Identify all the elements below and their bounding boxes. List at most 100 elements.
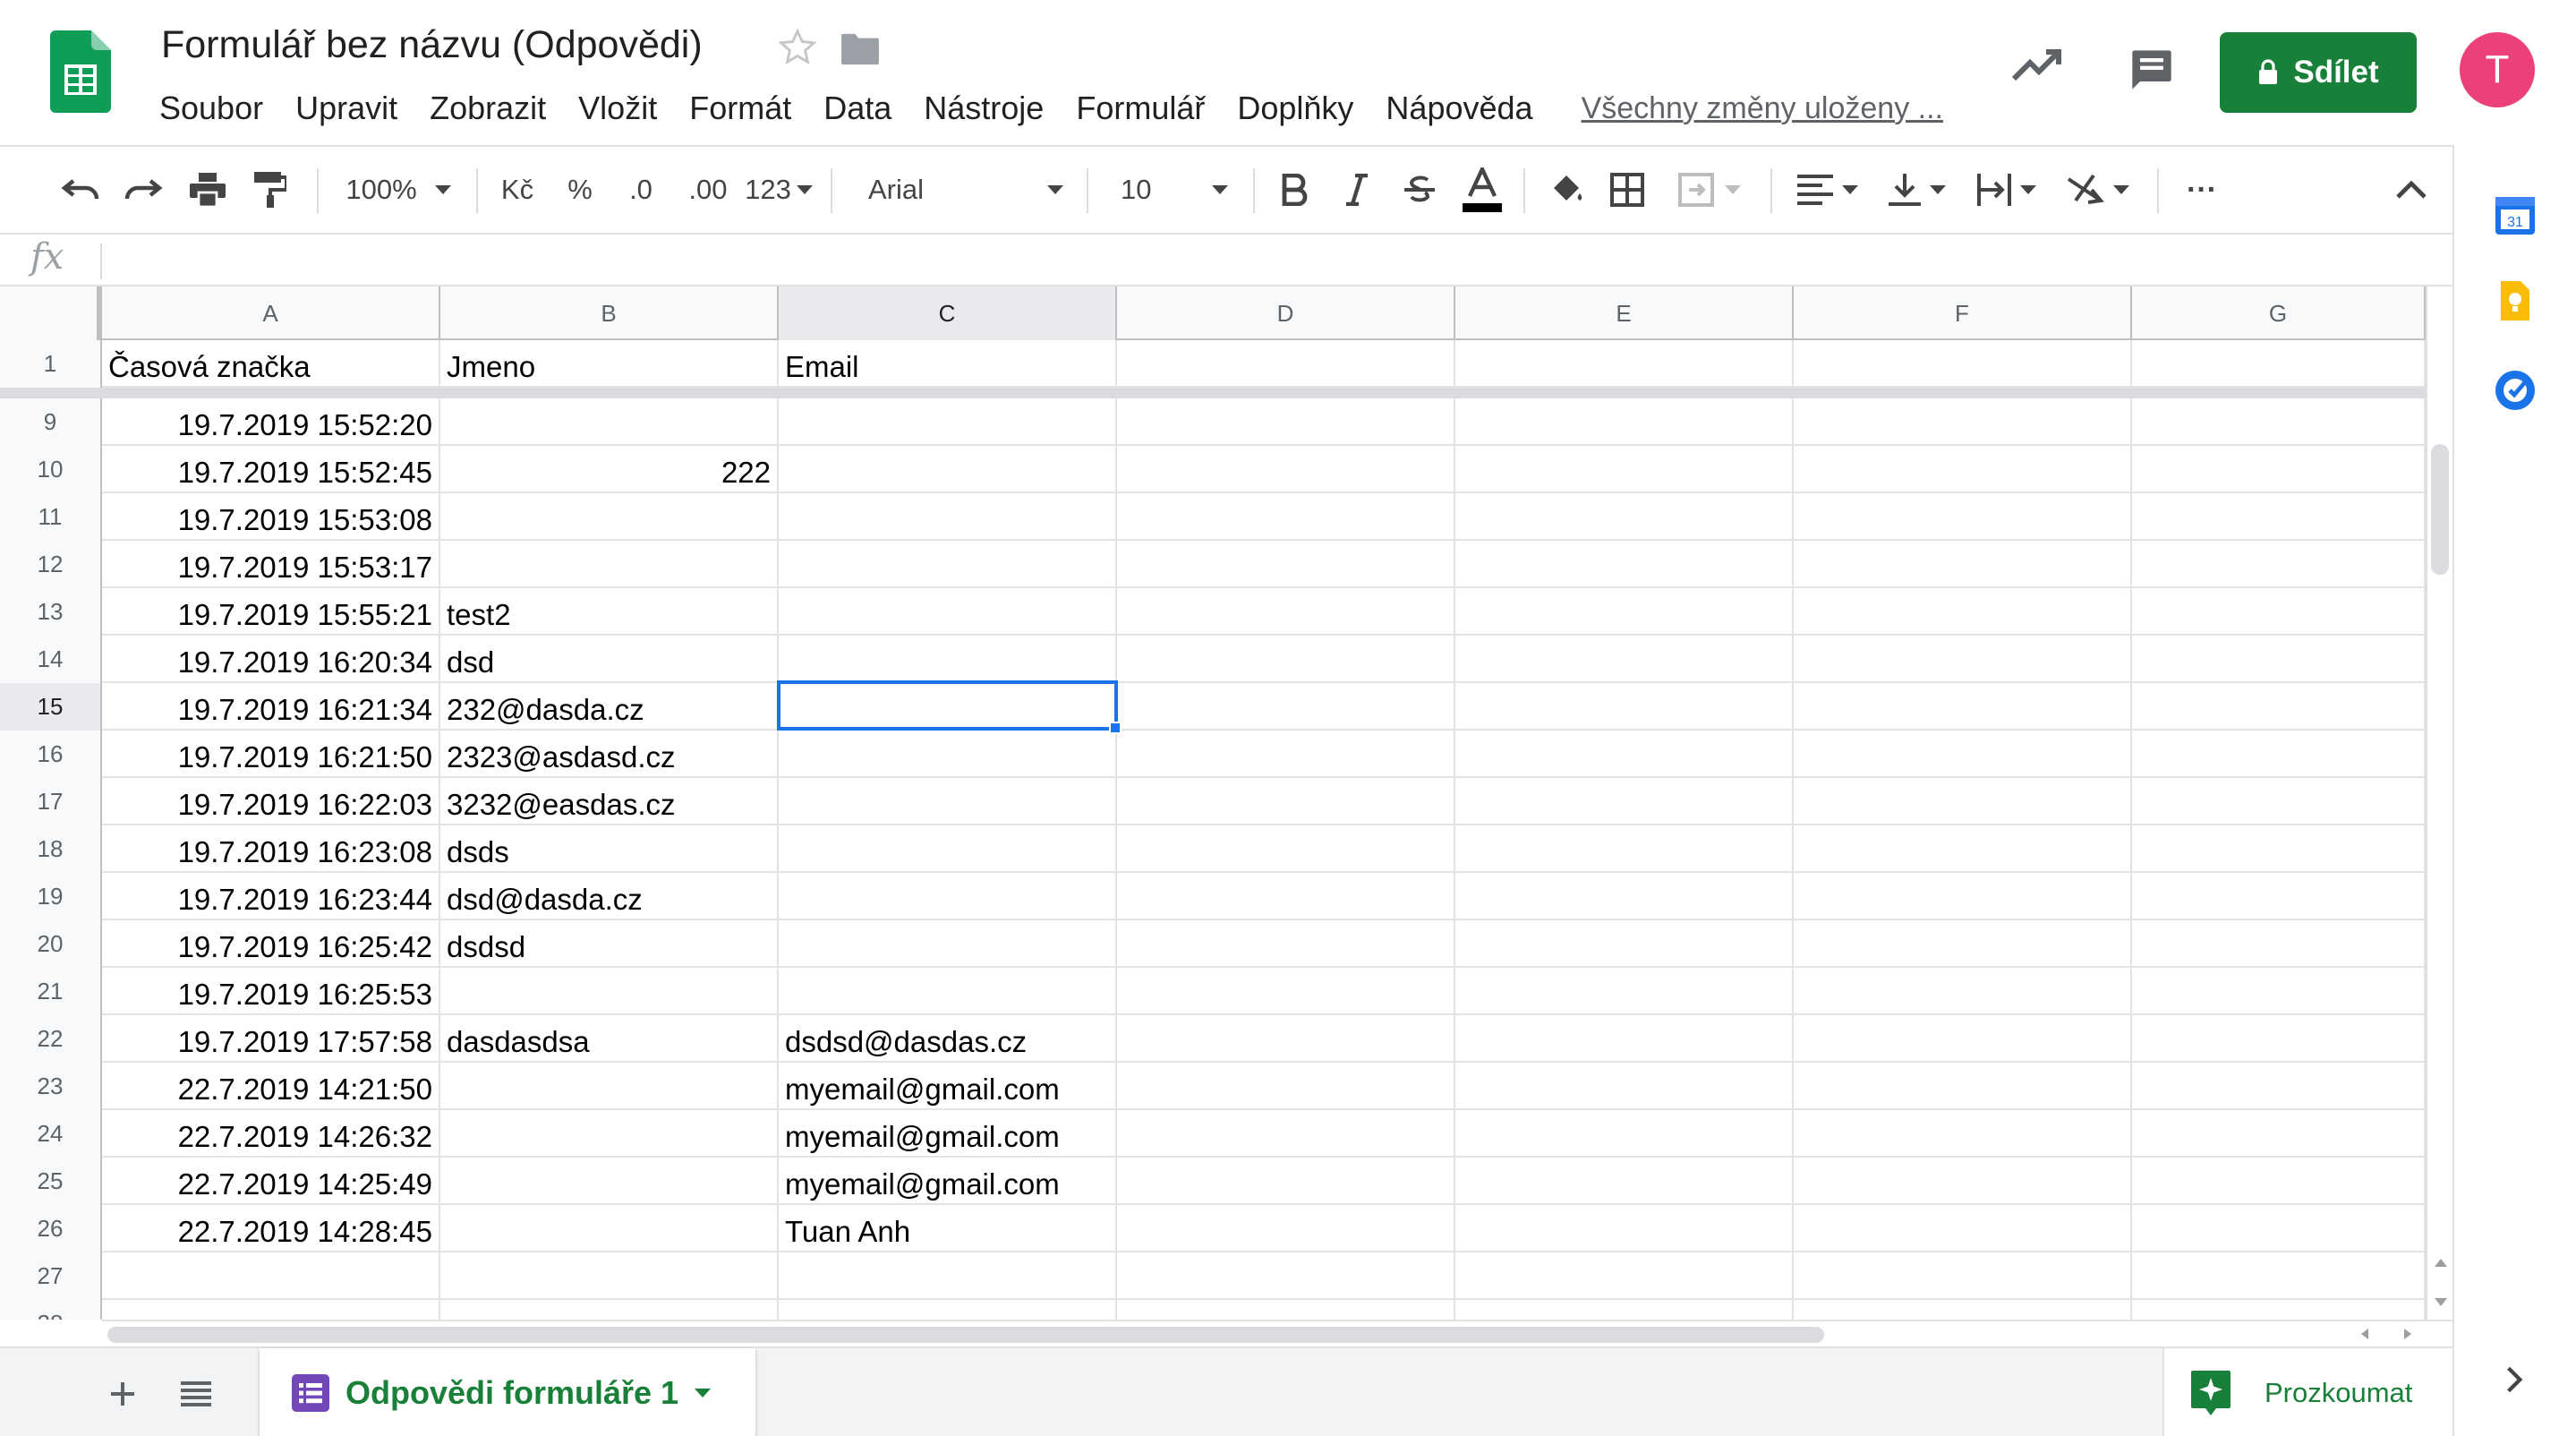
row-header[interactable]: 1 <box>0 340 102 388</box>
column-header-g[interactable]: G <box>2132 286 2426 340</box>
cell-d[interactable] <box>1117 683 1455 731</box>
menu-insert[interactable]: Vložit <box>562 90 673 127</box>
cell-d[interactable] <box>1117 1300 1455 1320</box>
merge-cells-icon[interactable] <box>1667 147 1753 233</box>
cell-e[interactable] <box>1455 683 1794 731</box>
cell-d[interactable] <box>1117 493 1455 541</box>
cell-c[interactable] <box>779 968 1117 1015</box>
cell-c[interactable] <box>779 778 1117 825</box>
cell-d[interactable] <box>1117 1205 1455 1252</box>
cell-e[interactable] <box>1455 873 1794 920</box>
menu-format[interactable]: Formát <box>673 90 807 127</box>
cell-c[interactable] <box>779 588 1117 636</box>
cell-b[interactable]: 222 <box>440 446 779 493</box>
cell-c[interactable] <box>779 1252 1117 1300</box>
font-size-select[interactable]: 10 <box>1103 147 1237 233</box>
cell-f[interactable] <box>1794 1300 2132 1320</box>
cell-g[interactable] <box>2132 825 2426 873</box>
cell-b[interactable] <box>440 1063 779 1110</box>
cell-a[interactable]: 19.7.2019 15:53:17 <box>102 541 440 588</box>
row-header[interactable]: 12 <box>0 541 102 588</box>
cell-g[interactable] <box>2132 968 2426 1015</box>
cell-c[interactable] <box>779 731 1117 778</box>
cell-b[interactable]: test2 <box>440 588 779 636</box>
tasks-icon[interactable] <box>2494 369 2537 412</box>
cell-e[interactable] <box>1455 778 1794 825</box>
cell-b[interactable]: Jmeno <box>440 340 779 388</box>
vertical-scroll-thumb[interactable] <box>2431 444 2449 575</box>
cell-g[interactable] <box>2132 541 2426 588</box>
keep-icon[interactable] <box>2494 279 2537 322</box>
cell-a[interactable] <box>102 1300 440 1320</box>
cell-a[interactable]: 19.7.2019 16:22:03 <box>102 778 440 825</box>
freeze-divider[interactable] <box>0 388 2426 398</box>
cell-b[interactable] <box>440 1158 779 1205</box>
cell-b[interactable]: dsd <box>440 636 779 683</box>
more-options-button[interactable]: ··· <box>2173 147 2231 233</box>
cell-e[interactable] <box>1455 1252 1794 1300</box>
cell-d[interactable] <box>1117 588 1455 636</box>
cell-f[interactable] <box>1794 493 2132 541</box>
share-button[interactable]: Sdílet <box>2220 32 2417 113</box>
increase-decimals-button[interactable]: .00 <box>677 147 739 233</box>
cell-d[interactable] <box>1117 1158 1455 1205</box>
row-header[interactable]: 14 <box>0 636 102 683</box>
formula-input[interactable] <box>116 235 2444 285</box>
cell-c[interactable] <box>779 920 1117 968</box>
cell-c[interactable] <box>779 398 1117 446</box>
horizontal-scrollbar[interactable] <box>102 1320 2452 1346</box>
scroll-up-icon[interactable] <box>2435 1259 2447 1267</box>
cell-e[interactable] <box>1455 493 1794 541</box>
cell-a[interactable]: 19.7.2019 16:23:08 <box>102 825 440 873</box>
cell-f[interactable] <box>1794 873 2132 920</box>
row-header[interactable]: 15 <box>0 683 102 731</box>
cell-c[interactable]: Tuan Anh <box>779 1205 1117 1252</box>
fill-color-icon[interactable] <box>1541 147 1591 233</box>
more-formats-select[interactable]: 123 <box>741 147 816 233</box>
cell-a[interactable]: 19.7.2019 16:21:34 <box>102 683 440 731</box>
cell-b[interactable]: dasdasdsa <box>440 1015 779 1063</box>
cell-b[interactable]: dsds <box>440 825 779 873</box>
all-sheets-button[interactable] <box>174 1372 218 1416</box>
add-sheet-button[interactable] <box>100 1372 145 1416</box>
cell-c[interactable]: myemail@gmail.com <box>779 1063 1117 1110</box>
row-header[interactable]: 10 <box>0 446 102 493</box>
cell-b[interactable]: dsd@dasda.cz <box>440 873 779 920</box>
cell-a[interactable]: Časová značka <box>102 340 440 388</box>
cell-e[interactable] <box>1455 731 1794 778</box>
cell-d[interactable] <box>1117 873 1455 920</box>
trending-up-icon[interactable] <box>2012 47 2062 82</box>
cell-b[interactable] <box>440 1110 779 1158</box>
cell-f[interactable] <box>1794 541 2132 588</box>
cell-a[interactable]: 19.7.2019 16:20:34 <box>102 636 440 683</box>
row-header[interactable]: 18 <box>0 825 102 873</box>
cell-f[interactable] <box>1794 731 2132 778</box>
horizontal-scroll-thumb[interactable] <box>107 1327 1824 1343</box>
user-avatar[interactable]: T <box>2460 32 2535 107</box>
cell-e[interactable] <box>1455 588 1794 636</box>
cell-e[interactable] <box>1455 1300 1794 1320</box>
cell-g[interactable] <box>2132 1158 2426 1205</box>
cell-f[interactable] <box>1794 398 2132 446</box>
cell-a[interactable]: 19.7.2019 15:52:45 <box>102 446 440 493</box>
horizontal-align-icon[interactable] <box>1787 147 1869 233</box>
sheets-logo-icon[interactable] <box>50 30 111 113</box>
cell-f[interactable] <box>1794 446 2132 493</box>
cell-b[interactable] <box>440 1205 779 1252</box>
comments-icon[interactable] <box>2128 47 2175 93</box>
document-title[interactable]: Formulář bez názvu (Odpovědi) <box>161 23 703 67</box>
collapse-toolbar-icon[interactable] <box>2386 147 2436 233</box>
cell-g[interactable] <box>2132 340 2426 388</box>
cell-b[interactable] <box>440 493 779 541</box>
cell-e[interactable] <box>1455 968 1794 1015</box>
cell-f[interactable] <box>1794 1205 2132 1252</box>
row-header[interactable]: 24 <box>0 1110 102 1158</box>
percent-format-button[interactable]: % <box>555 147 605 233</box>
cell-g[interactable] <box>2132 1205 2426 1252</box>
cell-f[interactable] <box>1794 778 2132 825</box>
cell-g[interactable] <box>2132 588 2426 636</box>
cell-c[interactable]: dsdsd@dasdas.cz <box>779 1015 1117 1063</box>
chevron-down-icon[interactable] <box>695 1389 712 1398</box>
bold-icon[interactable] <box>1269 147 1319 233</box>
row-header[interactable]: 16 <box>0 731 102 778</box>
